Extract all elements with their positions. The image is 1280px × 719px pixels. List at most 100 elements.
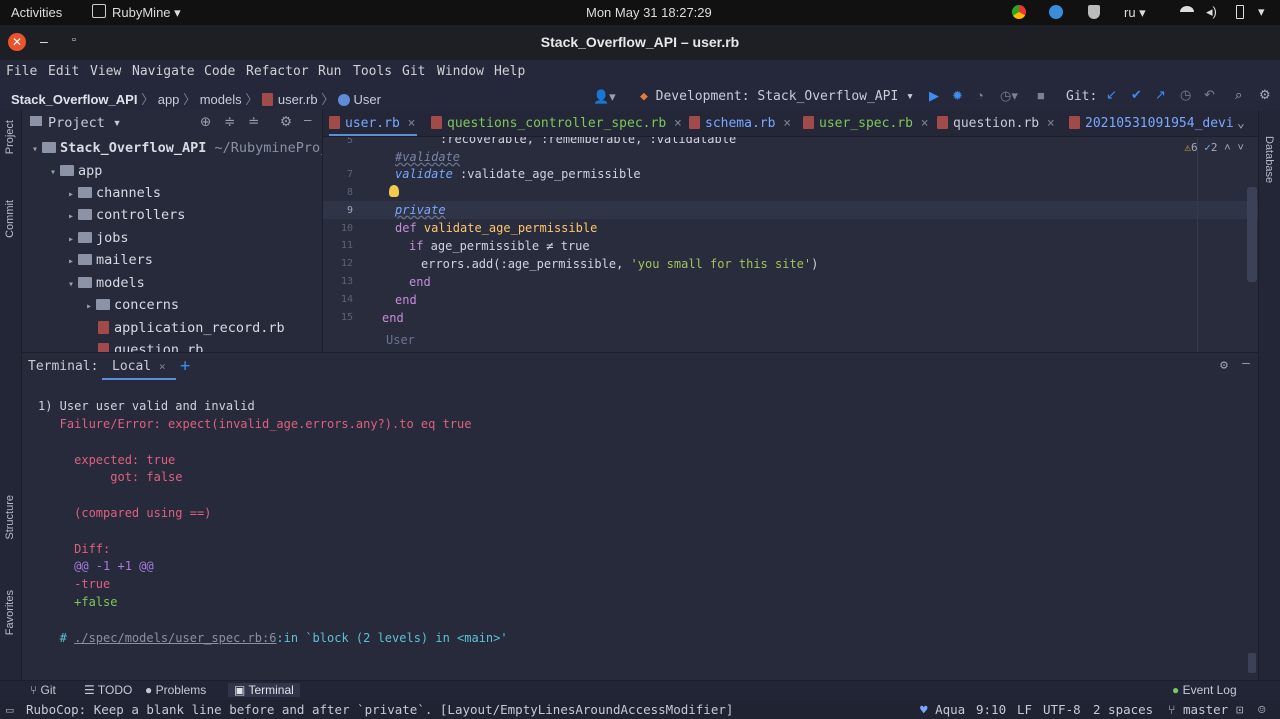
menu-run[interactable]: Run (318, 64, 341, 79)
tree-item-concerns[interactable]: ▸ concerns (86, 297, 179, 313)
run-configuration-select[interactable]: ◆ Development: Stack_Overflow_API ▾ (640, 89, 914, 104)
close-tab-icon[interactable]: × (1047, 116, 1055, 131)
tree-item-question[interactable]: question.rb (98, 342, 203, 352)
intention-bulb-icon[interactable] (389, 185, 399, 197)
database-tool-tab[interactable]: Database (1263, 136, 1275, 183)
git-branch[interactable]: ⑂ master (1168, 702, 1228, 717)
git-history-icon[interactable]: ◷ (1180, 87, 1191, 103)
breadcrumb-class[interactable]: User (354, 92, 381, 107)
breadcrumb-project[interactable]: Stack_Overflow_API (11, 92, 137, 107)
stop-icon[interactable]: ■ (1037, 88, 1045, 103)
tree-root[interactable]: ▾Stack_Overflow_API ~/RubymineProjects (32, 140, 322, 156)
favorites-tool-tab[interactable]: Favorites (4, 590, 16, 635)
tree-item-controllers[interactable]: ▸ controllers (68, 207, 185, 223)
hide-terminal-icon[interactable]: – (1242, 356, 1250, 371)
terminal-scrollbar[interactable] (1248, 653, 1256, 673)
tree-item-app[interactable]: ▾ app (50, 163, 102, 179)
tab-migration[interactable]: 20210531091954_devi (1069, 110, 1234, 136)
theme-indicator[interactable]: ♥ Aqua (920, 702, 965, 717)
structure-tool-tab[interactable]: Structure (4, 495, 16, 540)
spec-file-link[interactable]: ./spec/models/user_spec.rb:6 (74, 631, 276, 645)
menu-view[interactable]: View (90, 64, 121, 79)
git-rollback-icon[interactable]: ↶ (1204, 87, 1215, 103)
tab-user-spec[interactable]: user_spec.rb × (803, 110, 929, 136)
shield-icon[interactable] (1088, 5, 1100, 19)
code-editor[interactable]: ⚠6 ✓2 ˄ ˅ 5 7 8 9 10 11 12 13 14 15 :rec… (323, 137, 1258, 352)
tab-user-rb[interactable]: user.rb × (329, 110, 417, 136)
breadcrumb-models[interactable]: models (200, 92, 242, 107)
search-icon[interactable]: ⌕ (1235, 87, 1242, 103)
menu-file[interactable]: File (6, 64, 37, 79)
tool-terminal[interactable]: ▣ Terminal (228, 683, 300, 697)
menu-edit[interactable]: Edit (48, 64, 79, 79)
terminal-settings-icon[interactable]: ⚙ (1220, 358, 1228, 373)
close-tab-icon[interactable]: × (783, 116, 791, 131)
close-tab-icon[interactable]: × (674, 116, 682, 131)
run-icon[interactable]: ▶ (929, 88, 939, 104)
event-log-button[interactable]: ● Event Log (1172, 683, 1237, 697)
tool-git[interactable]: ⑂ Git (30, 683, 56, 697)
project-view-select[interactable]: Project ▾ (48, 115, 121, 131)
close-tab-icon[interactable]: × (159, 360, 166, 373)
tool-problems[interactable]: ● Problems (145, 683, 206, 697)
activities-button[interactable]: Activities (11, 5, 62, 20)
menu-git[interactable]: Git (402, 64, 425, 79)
clock[interactable]: Mon May 31 18:27:29 (586, 5, 712, 20)
menu-window[interactable]: Window (437, 64, 484, 79)
chevron-down-icon[interactable]: ˅ (1237, 141, 1244, 154)
breadcrumb-app[interactable]: app (158, 92, 180, 107)
settings-icon[interactable]: ⚙ (1259, 87, 1271, 103)
tool-todo[interactable]: ☰ TODO (84, 683, 132, 697)
battery-icon[interactable] (1236, 5, 1244, 19)
tree-item-channels[interactable]: ▸ channels (68, 185, 161, 201)
globe-icon[interactable] (1049, 5, 1063, 19)
git-commit-icon[interactable]: ✔ (1131, 87, 1142, 103)
indent-setting[interactable]: 2 spaces (1093, 702, 1153, 717)
editor-scrollbar[interactable] (1247, 187, 1257, 282)
tab-questions-controller-spec[interactable]: questions_controller_spec.rb × (431, 110, 682, 136)
menu-code[interactable]: Code (204, 64, 235, 79)
volume-icon[interactable]: ◂) (1206, 4, 1217, 20)
chevron-up-icon[interactable]: ˄ (1224, 141, 1237, 154)
chrome-icon[interactable] (1012, 5, 1026, 19)
tree-item-jobs[interactable]: ▸ jobs (68, 230, 129, 246)
new-terminal-icon[interactable]: + (180, 356, 190, 376)
tab-schema[interactable]: schema.rb × (689, 110, 791, 136)
commit-tool-tab[interactable]: Commit (4, 200, 16, 238)
app-menu[interactable]: RubyMine ▾ (112, 5, 181, 21)
close-tab-icon[interactable]: × (408, 116, 416, 131)
inspector-icon[interactable]: ☺ (1258, 702, 1266, 717)
tree-item-models[interactable]: ▾ models (68, 275, 145, 291)
status-icon[interactable]: ▭ (6, 702, 14, 717)
tab-question[interactable]: question.rb × (937, 110, 1055, 136)
hide-panel-icon[interactable]: – (304, 112, 312, 127)
caret-position[interactable]: 9:10 (976, 702, 1006, 717)
menu-navigate[interactable]: Navigate (132, 64, 195, 79)
keyboard-layout[interactable]: ru ▾ (1124, 5, 1146, 21)
line-separator[interactable]: LF (1017, 702, 1032, 717)
file-encoding[interactable]: UTF-8 (1043, 702, 1081, 717)
close-tab-icon[interactable]: × (921, 116, 929, 131)
tabs-overflow-icon[interactable]: ⌄ (1237, 110, 1245, 136)
git-push-icon[interactable]: ↗ (1155, 87, 1166, 103)
coverage-icon[interactable]: ◔ (976, 88, 984, 103)
wifi-icon[interactable] (1180, 6, 1194, 18)
system-menu-icon[interactable]: ▾ (1258, 4, 1265, 20)
breadcrumb-file[interactable]: user.rb (278, 92, 318, 107)
status-message[interactable]: RuboCop: Keep a blank line before and af… (26, 702, 733, 717)
menu-help[interactable]: Help (494, 64, 525, 79)
collapse-all-icon[interactable]: ≐ (248, 114, 259, 130)
tree-item-application-record[interactable]: application_record.rb (98, 320, 285, 336)
menu-refactor[interactable]: Refactor (246, 64, 309, 79)
menu-tools[interactable]: Tools (353, 64, 392, 79)
panel-settings-icon[interactable]: ⚙ (280, 114, 292, 130)
lock-icon[interactable]: ⊡ (1236, 702, 1244, 717)
inspection-widget[interactable]: ⚠6 ✓2 ˄ ˅ (1184, 141, 1244, 155)
user-icon[interactable]: 👤▾ (593, 89, 616, 105)
project-tool-tab[interactable]: Project (4, 120, 16, 154)
terminal-tab-local[interactable]: Local × (102, 359, 176, 380)
git-update-icon[interactable]: ↙ (1106, 87, 1117, 103)
profile-icon[interactable]: ◷▾ (1000, 88, 1018, 104)
locate-icon[interactable]: ⊕ (200, 114, 211, 130)
debug-icon[interactable]: ✹ (952, 88, 963, 104)
